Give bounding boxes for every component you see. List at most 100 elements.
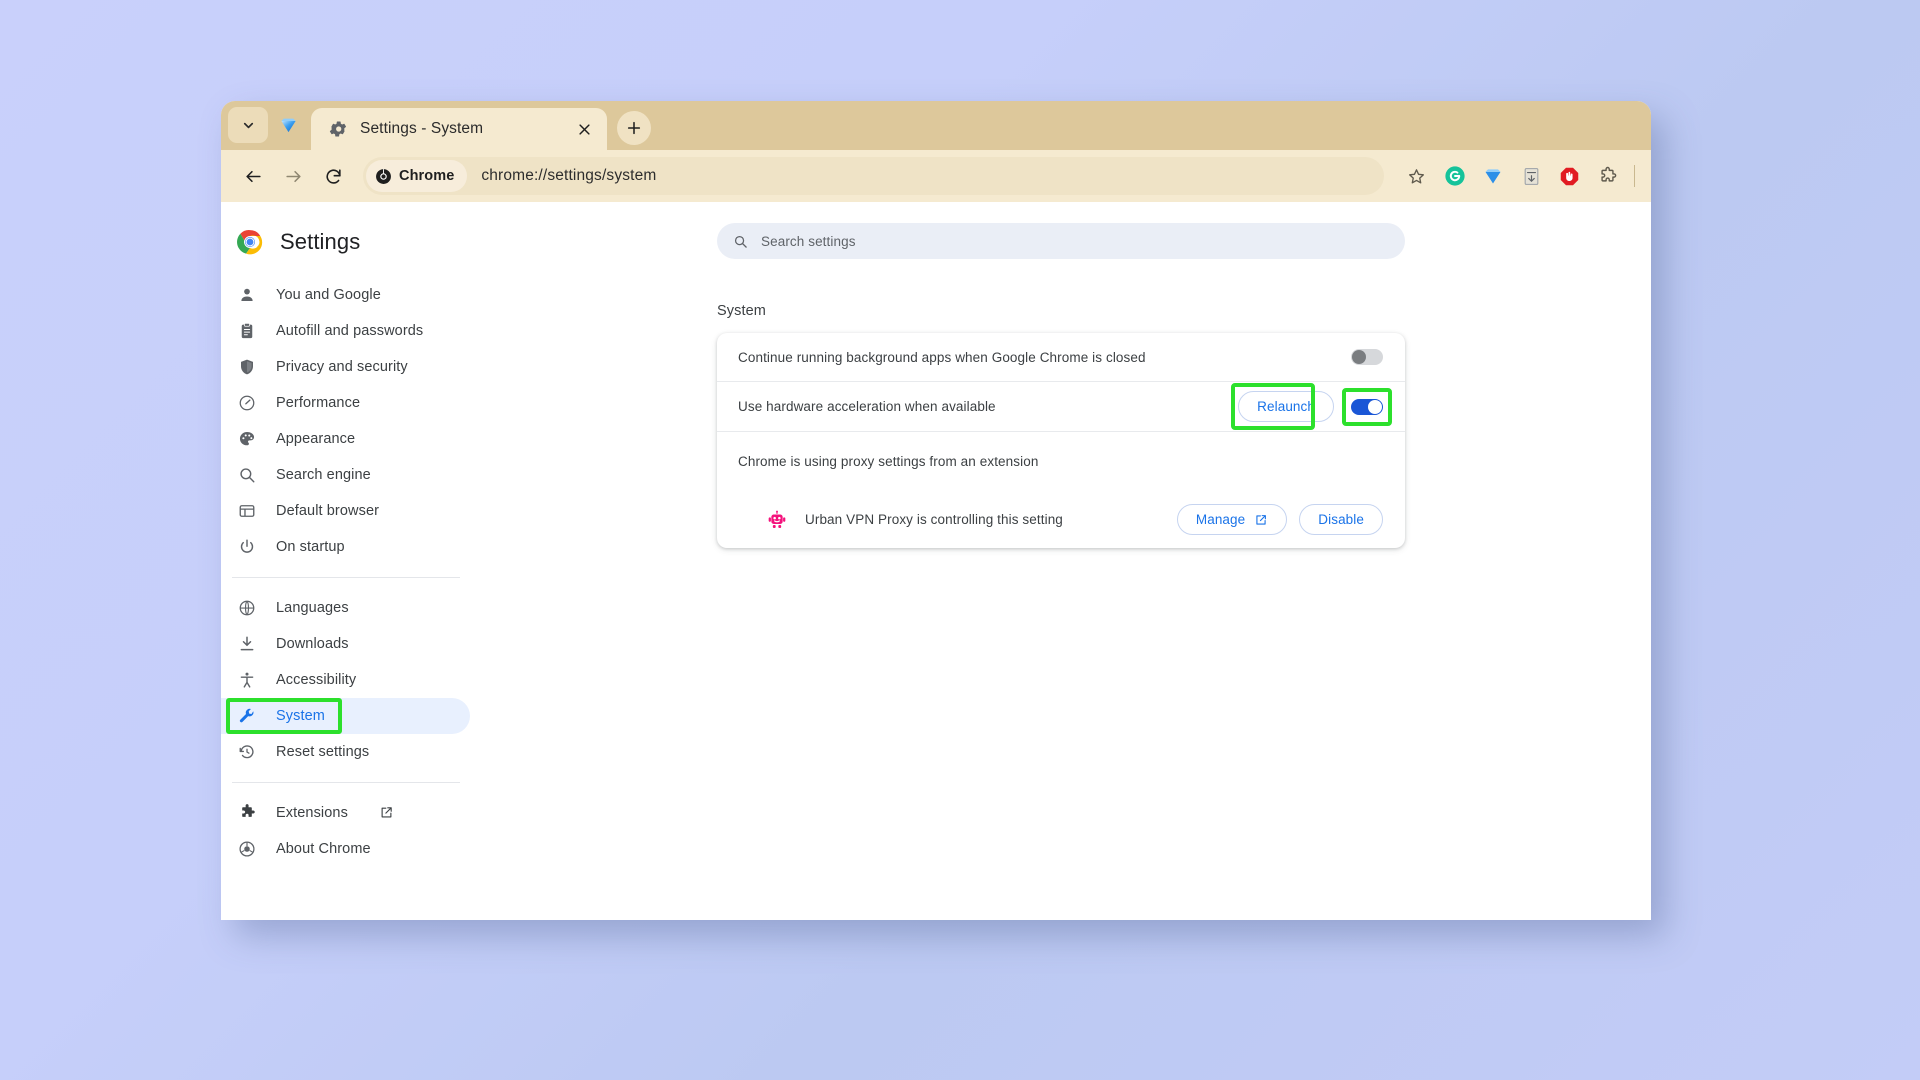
- puzzle-piece-icon: [1600, 166, 1616, 182]
- proxy-extension-label: Urban VPN Proxy is controlling this sett…: [805, 512, 1063, 527]
- sidebar-item-label: Extensions: [276, 805, 348, 821]
- close-x-icon: [578, 123, 590, 135]
- toolbar-divider: [1634, 165, 1635, 187]
- tab-strip: Settings - System: [221, 101, 1651, 150]
- settings-page: Settings You and Google Autofill and pas…: [221, 202, 1651, 920]
- sidebar-divider: [232, 577, 460, 578]
- sidebar-item-extensions[interactable]: Extensions: [221, 795, 470, 831]
- sidebar-item-label: Appearance: [276, 431, 356, 447]
- sidebar-item-accessibility[interactable]: Accessibility: [221, 662, 470, 698]
- system-settings-card: Continue running background apps when Go…: [717, 333, 1405, 548]
- grey-box-icon: [1524, 167, 1538, 185]
- speedometer-icon: [237, 393, 257, 413]
- chrome-outline-icon: [237, 839, 257, 859]
- sidebar-item-search-engine[interactable]: Search engine: [221, 457, 470, 493]
- sidebar-item-system[interactable]: System: [221, 698, 470, 734]
- sidebar-item-privacy-and-security[interactable]: Privacy and security: [221, 349, 470, 385]
- sidebar-item-appearance[interactable]: Appearance: [221, 421, 470, 457]
- shield-icon: [237, 357, 257, 377]
- page-title: Settings: [280, 229, 361, 254]
- sidebar-group-advanced: Languages Downloads Accessibility System…: [221, 583, 470, 777]
- setting-row-hardware-acceleration: Use hardware acceleration when available…: [717, 382, 1405, 432]
- grammarly-extension-icon[interactable]: [1438, 159, 1472, 193]
- settings-header: Settings: [221, 214, 470, 270]
- sidebar-item-reset-settings[interactable]: Reset settings: [221, 734, 470, 770]
- new-tab-button[interactable]: [617, 111, 651, 145]
- manage-button-label: Manage: [1195, 512, 1246, 527]
- search-icon: [733, 234, 748, 249]
- setting-row-proxy: Chrome is using proxy settings from an e…: [717, 432, 1405, 491]
- sidebar-item-label: About Chrome: [276, 841, 371, 857]
- sidebar-item-performance[interactable]: Performance: [221, 385, 470, 421]
- chrome-logo-icon: [376, 168, 391, 184]
- sidebar-item-label: Languages: [276, 600, 349, 616]
- sidebar-divider: [232, 782, 460, 783]
- sidebar-item-about-chrome[interactable]: About Chrome: [221, 831, 470, 867]
- tab-title: Settings - System: [360, 120, 484, 137]
- search-placeholder: Search settings: [761, 233, 856, 249]
- gear-icon: [329, 121, 347, 137]
- sidebar-item-label: Accessibility: [276, 672, 357, 688]
- background-apps-toggle[interactable]: [1351, 349, 1383, 365]
- sidebar-item-label: You and Google: [276, 287, 381, 303]
- grammarly-icon: [1445, 166, 1465, 186]
- diamond-icon-button[interactable]: [268, 107, 308, 143]
- sidebar-item-languages[interactable]: Languages: [221, 590, 470, 626]
- back-button[interactable]: [235, 158, 271, 194]
- clipboard-icon: [237, 321, 257, 341]
- sidebar-item-autofill-and-passwords[interactable]: Autofill and passwords: [221, 313, 470, 349]
- disable-button[interactable]: Disable: [1299, 504, 1383, 535]
- power-icon: [237, 537, 257, 557]
- setting-row-background-apps: Continue running background apps when Go…: [717, 333, 1405, 382]
- sidebar-item-label: Downloads: [276, 636, 349, 652]
- sidebar-item-label: Default browser: [276, 503, 380, 519]
- sidebar-item-on-startup[interactable]: On startup: [221, 529, 470, 565]
- browser-tab[interactable]: Settings - System: [311, 108, 607, 150]
- adblock-extension-icon[interactable]: [1552, 159, 1586, 193]
- wrench-icon: [237, 706, 257, 726]
- section-heading: System: [717, 303, 766, 319]
- sidebar-item-label: On startup: [276, 539, 345, 555]
- external-link-icon: [1254, 513, 1268, 527]
- sidebar-item-label: Privacy and security: [276, 359, 408, 375]
- palette-icon: [237, 429, 257, 449]
- diamond-icon: [1485, 169, 1501, 184]
- hardware-acceleration-toggle[interactable]: [1351, 398, 1383, 415]
- sidebar-group-links: Extensions About Chrome: [221, 788, 470, 874]
- sidebar-group-main: You and Google Autofill and passwords Pr…: [221, 270, 470, 572]
- sidebar-item-label: System: [276, 708, 325, 724]
- person-icon: [237, 285, 257, 305]
- origin-chip-label: Chrome: [399, 168, 455, 184]
- address-bar[interactable]: Chrome chrome://settings/system: [363, 157, 1384, 195]
- diamond-extension-icon[interactable]: [1476, 159, 1510, 193]
- sidebar-item-default-browser[interactable]: Default browser: [221, 493, 470, 529]
- address-bar-url: chrome://settings/system: [481, 167, 657, 184]
- close-icon[interactable]: [573, 118, 595, 140]
- extensions-puzzle-button[interactable]: [1590, 159, 1624, 193]
- bookmark-button[interactable]: [1398, 158, 1434, 194]
- proxy-buttons: Manage Disable: [1176, 504, 1383, 535]
- proxy-heading: Chrome is using proxy settings from an e…: [738, 454, 1039, 469]
- star-icon: [1408, 168, 1424, 184]
- robot-icon: [767, 510, 787, 530]
- sidebar-item-label: Reset settings: [276, 744, 370, 760]
- chevron-down-icon: [243, 122, 253, 128]
- search-settings-input[interactable]: Search settings: [717, 223, 1405, 259]
- grey-box-extension-icon[interactable]: [1514, 159, 1548, 193]
- manage-button[interactable]: Manage: [1176, 504, 1288, 535]
- browser-toolbar: Chrome chrome://settings/system: [221, 150, 1651, 202]
- sidebar-item-you-and-google[interactable]: You and Google: [221, 277, 470, 313]
- hardware-acceleration-toggle-wrapper: [1342, 387, 1392, 426]
- sidebar-item-label: Search engine: [276, 467, 371, 483]
- chrome-origin-chip: Chrome: [366, 160, 468, 192]
- sidebar-item-downloads[interactable]: Downloads: [221, 626, 470, 662]
- tab-list-chevron-button[interactable]: [228, 107, 268, 143]
- globe-icon: [237, 598, 257, 618]
- relaunch-button[interactable]: Relaunch: [1238, 391, 1334, 422]
- adblock-stop-hand-icon: [1560, 167, 1578, 185]
- forward-button[interactable]: [275, 158, 311, 194]
- browser-window-icon: [237, 501, 257, 521]
- chrome-logo-icon: [237, 230, 263, 255]
- settings-sidebar: Settings You and Google Autofill and pas…: [221, 202, 471, 920]
- reload-button[interactable]: [315, 158, 351, 194]
